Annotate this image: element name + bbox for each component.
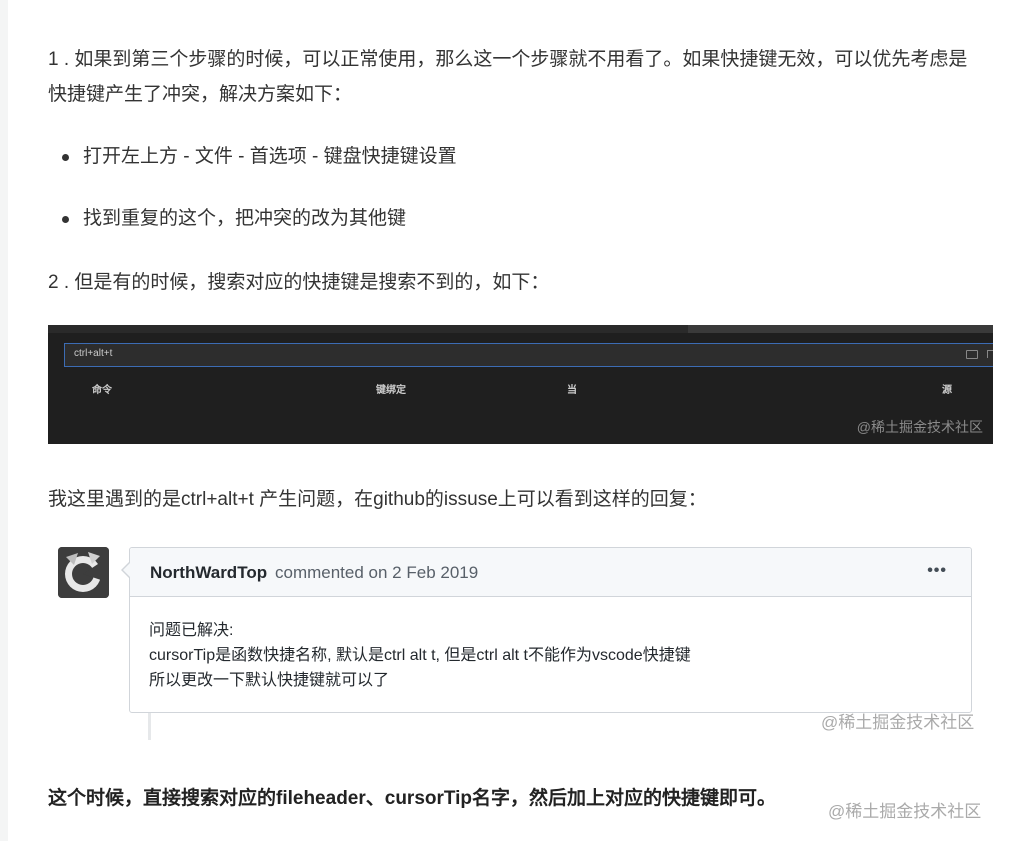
paragraph-1: 1 . 如果到第三个步骤的时候，可以正常使用，那么这一个步骤就不用看了。如果快捷…: [48, 49, 968, 105]
avatar-logo-icon: [58, 547, 109, 598]
column-header-keybinding[interactable]: 键绑定: [376, 381, 406, 396]
keybinding-search-value: ctrl+alt+t: [74, 348, 113, 359]
paragraph-2: 2 . 但是有的时候，搜索对应的快捷键是搜索不到的，如下：: [48, 272, 550, 293]
comment-line-3: 所以更改一下默认快捷键就可以了: [149, 672, 390, 689]
sort-icon[interactable]: [987, 350, 993, 358]
comment-box: NorthWardTop commented on 2 Feb 2019 •••…: [121, 547, 972, 713]
comment-arrow-fill: [123, 562, 131, 578]
bullet-list: 打开左上方 - 文件 - 首选项 - 键盘快捷键设置 找到重复的这个，把冲突的改…: [62, 140, 457, 264]
screenshot-watermark: @稀土掘金技术社区: [856, 419, 983, 435]
comment-author-link[interactable]: NorthWardTop: [150, 563, 267, 583]
page-watermark: @稀土掘金技术社区: [828, 802, 982, 821]
comment-line-2: cursorTip是函数快捷名称, 默认是ctrl alt t, 但是ctrl …: [149, 647, 691, 664]
paragraph-3: 我这里遇到的是ctrl+alt+t 产生问题，在github的issuse上可以…: [48, 489, 707, 510]
bullet-item-2: 找到重复的这个，把冲突的改为其他键: [62, 202, 457, 264]
column-header-command[interactable]: 命令: [92, 381, 112, 396]
keybindings-screenshot: ctrl+alt+t 命令 键绑定 当 源 @稀土掘金技术社区: [48, 325, 993, 444]
screenshot-top-tab: [688, 325, 993, 333]
comment-timestamp: commented on 2 Feb 2019: [275, 563, 479, 582]
comment-watermark: @稀土掘金技术社区: [821, 713, 975, 732]
bullet-item-1: 打开左上方 - 文件 - 首选项 - 键盘快捷键设置: [62, 140, 457, 202]
keybinding-search-input[interactable]: ctrl+alt+t: [64, 343, 993, 367]
column-header-source[interactable]: 源: [942, 381, 952, 396]
more-options-icon[interactable]: •••: [927, 562, 947, 580]
comment-timeline: [148, 712, 151, 740]
comment-line-1: 问题已解决:: [149, 622, 234, 639]
avatar[interactable]: [58, 547, 109, 598]
comment-header: NorthWardTop commented on 2 Feb 2019 •••: [130, 548, 971, 597]
column-header-when[interactable]: 当: [567, 381, 577, 396]
comment-body: 问题已解决: cursorTip是函数快捷名称, 默认是ctrl alt t, …: [149, 618, 691, 693]
keyboard-icon[interactable]: [966, 350, 978, 359]
left-rail: [0, 0, 8, 841]
